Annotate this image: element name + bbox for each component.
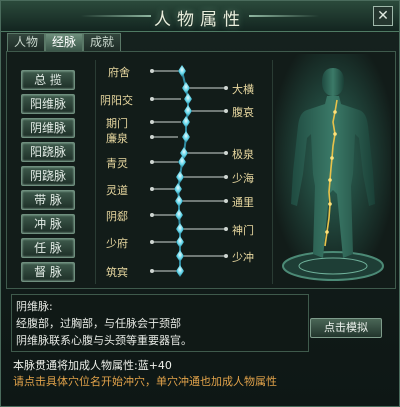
description-line-1: 经腹部，过胸部，与任脉会于颈部	[16, 317, 181, 330]
description-title: 阴维脉:	[16, 300, 53, 313]
acupoint-fuai[interactable]: 腹哀	[232, 104, 254, 120]
acupoint-lianquan[interactable]: 廉泉	[106, 130, 128, 146]
meridian-button-ren[interactable]: 任 脉	[21, 238, 75, 258]
acupoint-qimen[interactable]: 期门	[106, 115, 128, 131]
meridian-button-chong[interactable]: 冲 脉	[21, 214, 75, 234]
acupoint-shaochong[interactable]: 少冲	[232, 249, 254, 265]
description-line-2: 阴维脉联系心腹与头颈等重要器官。	[16, 334, 192, 347]
acupoint-lingdao[interactable]: 灵道	[106, 182, 128, 198]
meridian-button-du[interactable]: 督 脉	[21, 262, 75, 282]
acupoint-yinyangjiao[interactable]: 阴阳交	[100, 92, 133, 108]
character-attributes-window: 人物属性 ✕ 人物 经脉 成就 总 揽 阳维脉 阴维脉 阳跷脉 阴跷脉 带 脉 …	[0, 0, 400, 407]
meridian-button-yinwei[interactable]: 阴维脉	[21, 118, 75, 138]
tab-character[interactable]: 人物	[7, 33, 45, 51]
title-bar[interactable]: 人物属性 ✕	[1, 1, 399, 32]
acupoint-daheng[interactable]: 大横	[232, 81, 254, 97]
acupoint-qingling[interactable]: 青灵	[106, 155, 128, 171]
meridian-button-yangqiao[interactable]: 阳跷脉	[21, 142, 75, 162]
meridian-button-yangwei[interactable]: 阳维脉	[21, 94, 75, 114]
acupoint-fushe[interactable]: 府舍	[108, 64, 130, 80]
window-title: 人物属性	[154, 10, 246, 30]
hint-text: 请点击具体穴位名开始冲穴，单穴冲通也加成人物属性	[13, 375, 277, 388]
meridian-description-box: 阴维脉: 经腹部，过胸部，与任脉会于颈部 阴维脉联系心腹与头颈等重要器官。	[11, 294, 309, 352]
meridian-button-overview[interactable]: 总 揽	[21, 70, 75, 90]
acupoint-shaohai[interactable]: 少海	[232, 170, 254, 186]
close-button[interactable]: ✕	[373, 6, 393, 26]
meridian-bonus-text: 本脉贯通将加成人物属性:蓝+40	[13, 359, 172, 372]
acupoint-tongli[interactable]: 通里	[232, 194, 254, 210]
meridian-button-yinqiao[interactable]: 阴跷脉	[21, 166, 75, 186]
tab-achievements[interactable]: 成就	[83, 33, 121, 51]
body-silhouette	[275, 54, 391, 286]
meridian-button-dai[interactable]: 带 脉	[21, 190, 75, 210]
tab-meridians[interactable]: 经脉	[45, 33, 83, 51]
simulate-button[interactable]: 点击模拟	[310, 318, 382, 338]
meridian-panel: 总 揽 阳维脉 阴维脉 阳跷脉 阴跷脉 带 脉 冲 脉 任 脉 督 脉 府舍 阴…	[6, 51, 396, 289]
acupoint-yinxi[interactable]: 阴郄	[106, 208, 128, 224]
acupoint-chart: 府舍 阴阳交 期门 廉泉 青灵 灵道 阴郄 少府 筑宾 大横 腹哀 极泉 少海 …	[95, 60, 273, 284]
acupoint-jiquan[interactable]: 极泉	[232, 146, 254, 162]
acupoint-zhubin[interactable]: 筑宾	[106, 264, 128, 280]
acupoint-shaofu[interactable]: 少府	[106, 235, 128, 251]
body-figure	[275, 54, 391, 286]
title-ornament-right	[249, 15, 319, 17]
acupoint-shenmen[interactable]: 神门	[232, 222, 254, 238]
